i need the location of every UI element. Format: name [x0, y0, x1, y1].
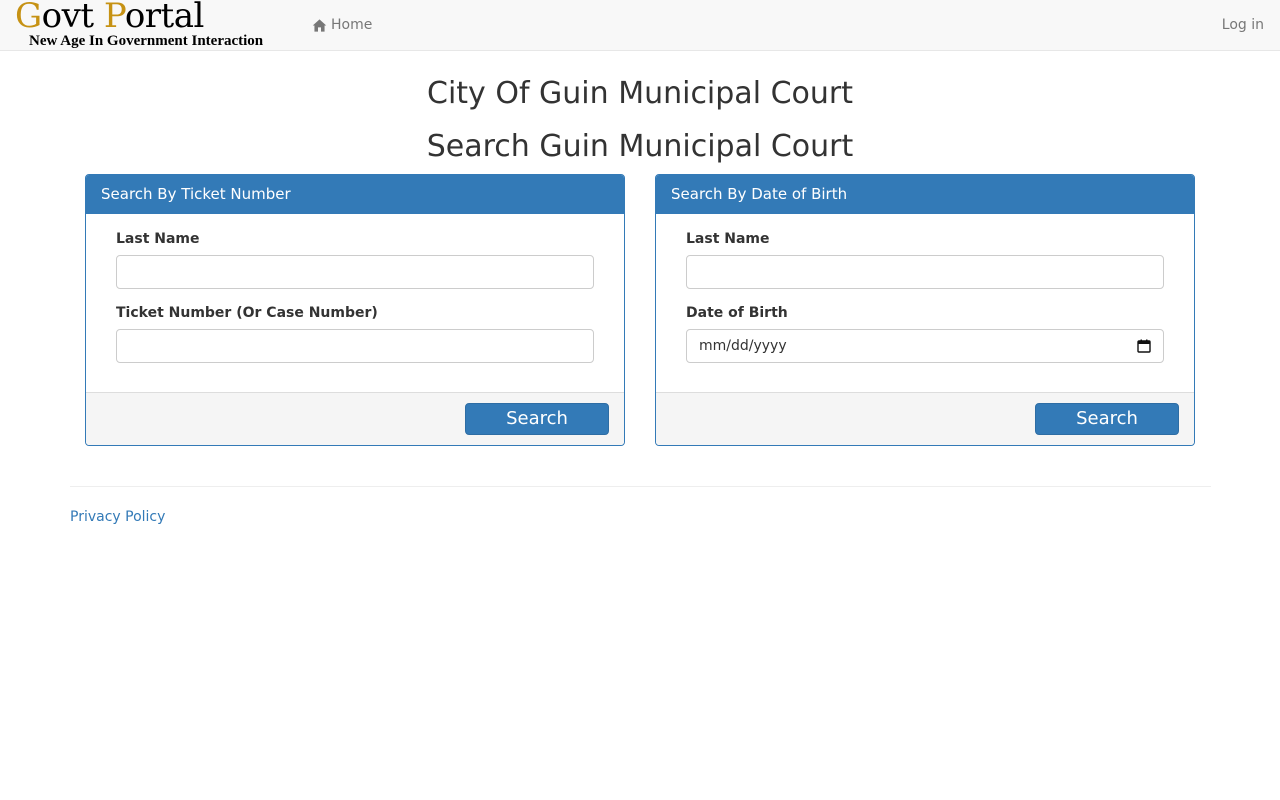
ticket-search-panel: Search By Ticket Number Last Name Ticket…: [85, 174, 625, 446]
dob-label: Date of Birth: [686, 305, 788, 321]
ticket-last-name-input[interactable]: [116, 255, 594, 289]
ticket-search-button[interactable]: Search: [465, 403, 609, 435]
dob-panel-heading: Search By Date of Birth: [656, 175, 1194, 214]
ticket-panel-footer: Search: [86, 392, 624, 445]
dob-last-name-label: Last Name: [686, 231, 770, 247]
footer-divider: [70, 486, 1211, 487]
dob-date-input[interactable]: mm/dd/yyyy: [686, 329, 1164, 363]
nav-home-link[interactable]: Home: [312, 15, 372, 35]
ticket-panel-body: Last Name Ticket Number (Or Case Number): [86, 214, 624, 393]
dob-date-placeholder: mm/dd/yyyy: [699, 338, 787, 354]
ticket-panel-heading: Search By Ticket Number: [86, 175, 624, 214]
home-icon: [312, 18, 327, 32]
dob-panel-footer: Search: [656, 392, 1194, 445]
dob-search-panel: Search By Date of Birth Last Name Date o…: [655, 174, 1195, 446]
nav-home-label: Home: [331, 17, 373, 33]
brand-logo-link[interactable]: Govt Portal New Age In Government Intera…: [15, 0, 285, 51]
page-subtitle: Search Guin Municipal Court: [426, 129, 854, 164]
dob-panel-body: Last Name Date of Birth mm/dd/yyyy: [656, 214, 1194, 393]
navbar: Govt Portal New Age In Government Intera…: [0, 0, 1280, 51]
dob-last-name-input[interactable]: [686, 255, 1164, 289]
dob-search-button[interactable]: Search: [1035, 403, 1179, 435]
login-link[interactable]: Log in: [1222, 15, 1264, 35]
brand-tagline: New Age In Government Interaction: [29, 33, 264, 49]
ticket-last-name-label: Last Name: [116, 231, 200, 247]
page-title: City Of Guin Municipal Court: [427, 76, 853, 111]
privacy-policy-link[interactable]: Privacy Policy: [70, 507, 165, 527]
ticket-number-input[interactable]: [116, 329, 594, 363]
brand-title: Govt Portal: [15, 0, 204, 36]
ticket-number-label: Ticket Number (Or Case Number): [116, 305, 378, 321]
calendar-icon[interactable]: [1137, 339, 1151, 353]
